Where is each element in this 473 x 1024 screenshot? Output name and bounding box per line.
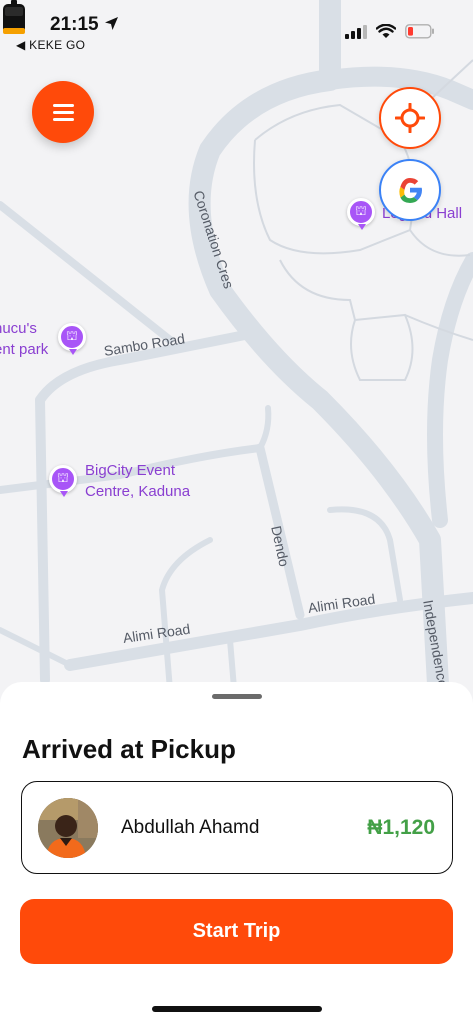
poi-bigcity-line2: Centre, Kaduna — [85, 483, 191, 500]
keke-vehicle-icon — [3, 0, 25, 34]
cellular-signal-icon — [345, 24, 367, 39]
poi-pin-icon-bigcity[interactable]: ⛫ — [49, 465, 77, 497]
poi-park-line1: hucu's — [0, 320, 37, 337]
menu-button[interactable] — [32, 81, 94, 143]
poi-park-line2: ent park — [0, 341, 49, 358]
sheet-drag-handle[interactable] — [212, 694, 262, 699]
driver-name: Abdullah Ahamd — [121, 817, 260, 838]
status-time: 21:15 — [50, 14, 119, 36]
locate-me-button[interactable] — [379, 87, 441, 149]
poi-label-park[interactable]: hucu's ent park — [0, 318, 48, 360]
driver-card[interactable]: Abdullah Ahamd ₦1,120 — [21, 781, 453, 874]
battery-low-icon — [405, 24, 434, 39]
status-icons — [345, 24, 435, 39]
trip-status-title: Arrived at Pickup — [22, 734, 236, 764]
home-indicator[interactable] — [152, 1006, 322, 1012]
start-trip-button[interactable]: Start Trip — [20, 899, 453, 964]
google-maps-button[interactable] — [379, 159, 441, 221]
hamburger-line-icon — [52, 117, 74, 121]
hamburger-line-icon — [52, 103, 74, 107]
crosshair-icon — [395, 103, 425, 133]
back-to-app-link[interactable]: ◀ KEKE GO — [16, 38, 85, 52]
wifi-icon — [376, 24, 396, 38]
poi-pin-icon-legend-hall[interactable]: ⛫ — [347, 198, 375, 230]
poi-label-bigcity[interactable]: BigCity Event Centre, Kaduna — [85, 460, 190, 502]
location-arrow-icon — [104, 17, 118, 30]
driver-photo — [38, 798, 98, 858]
poi-bigcity-line1: BigCity Event — [85, 462, 176, 479]
hamburger-line-icon — [52, 110, 74, 114]
trip-bottom-sheet: Arrived at Pickup Abdullah Ahamd ₦1,120 … — [0, 682, 473, 1024]
trip-fare: ₦1,120 — [367, 816, 435, 839]
poi-pin-icon-park[interactable]: ⛫ — [58, 323, 86, 355]
status-time-text: 21:15 — [50, 14, 99, 35]
google-logo-icon — [399, 178, 422, 203]
driver-avatar — [38, 798, 98, 858]
